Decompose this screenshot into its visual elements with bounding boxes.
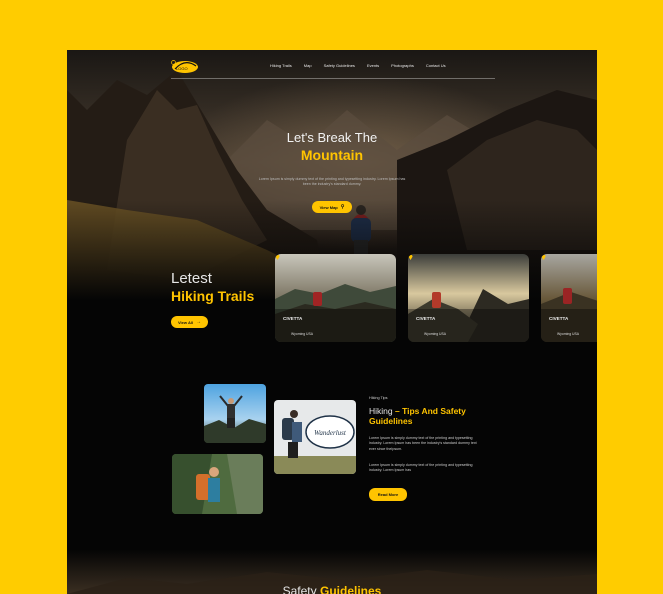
- hero-title-line2: Mountain: [300, 147, 364, 163]
- location-pin-icon: [408, 254, 413, 260]
- nav-link-map[interactable]: Map: [304, 63, 312, 68]
- top-navigation: LOGO Hiking Trails Map Safety Guidelines…: [171, 60, 495, 79]
- tips-title: Hiking – Tips And Safety Guidelines: [369, 406, 489, 426]
- nav-links: Hiking Trails Map Safety Guidelines Even…: [270, 63, 458, 68]
- trail-card-image: [275, 254, 396, 342]
- photo-hiker-celebrating: [204, 384, 266, 443]
- trail-card[interactable]: CIVETTA Wyoming USA: [275, 254, 396, 342]
- trail-card-location: Wyoming USA: [557, 332, 580, 336]
- read-more-button[interactable]: Read More: [369, 488, 407, 501]
- trail-card-image: [541, 254, 597, 342]
- tips-paragraph-2: Lorem Ipsum is simply dummy text of the …: [369, 463, 473, 473]
- safety-title-white: Safety: [282, 584, 317, 594]
- nav-link-photographs[interactable]: Photographs: [391, 63, 414, 68]
- arrow-right-icon: →: [196, 319, 202, 325]
- trail-card[interactable]: CIVETTA Wyoming USA: [408, 254, 529, 342]
- view-all-button[interactable]: View All →: [171, 316, 208, 328]
- landing-page: LOGO Hiking Trails Map Safety Guidelines…: [67, 50, 597, 594]
- view-map-button[interactable]: View Map ⚲: [312, 201, 352, 213]
- location-pin-icon: [275, 254, 280, 260]
- wanderlust-badge-text: Wanderlust: [314, 429, 347, 437]
- hero-title-line1: Let's Break The: [286, 130, 378, 145]
- tips-title-white: Hiking: [369, 406, 393, 416]
- search-icon[interactable]: [171, 60, 177, 66]
- trails-title-line2: Hiking Trails: [171, 288, 255, 304]
- nav-link-events[interactable]: Events: [367, 63, 379, 68]
- nav-link-hiking-trails[interactable]: Hiking Trails: [270, 63, 292, 68]
- trail-card-name: CIVETTA: [549, 316, 569, 321]
- trail-card-location: Wyoming USA: [424, 332, 447, 336]
- view-all-label: View All: [177, 319, 194, 325]
- read-more-label: Read More: [377, 492, 399, 497]
- trail-card[interactable]: CIVETTA Wyoming USA: [541, 254, 597, 342]
- photo-smiling-hiker: [172, 454, 263, 514]
- view-map-label: View Map: [319, 204, 338, 210]
- safety-title-yellow: Guidelines: [320, 584, 382, 594]
- trail-card-name: CIVETTA: [416, 316, 436, 321]
- svg-text:LOGO: LOGO: [176, 66, 188, 71]
- photo-wanderlust-hiker: Wanderlust: [274, 400, 356, 474]
- trail-card-image: [408, 254, 529, 342]
- location-pin-icon: [541, 254, 546, 260]
- nav-link-contact-us[interactable]: Contact Us: [426, 63, 446, 68]
- map-icon: ⚲: [340, 204, 345, 210]
- hero-description: Lorem Ipsum is simply dummy text of the …: [258, 177, 406, 187]
- trails-title-line1: Letest: [171, 270, 212, 287]
- nav-link-safety-guidelines[interactable]: Safety Guidelines: [324, 63, 355, 68]
- tips-label: Hiking Tips: [369, 396, 388, 400]
- trail-card-location: Wyoming USA: [291, 332, 314, 336]
- trail-card-name: CIVETTA: [283, 316, 303, 321]
- tips-paragraph-1: Lorem Ipsum is simply dummy text of the …: [369, 436, 477, 451]
- safety-title: Safety Guidelines: [67, 584, 597, 594]
